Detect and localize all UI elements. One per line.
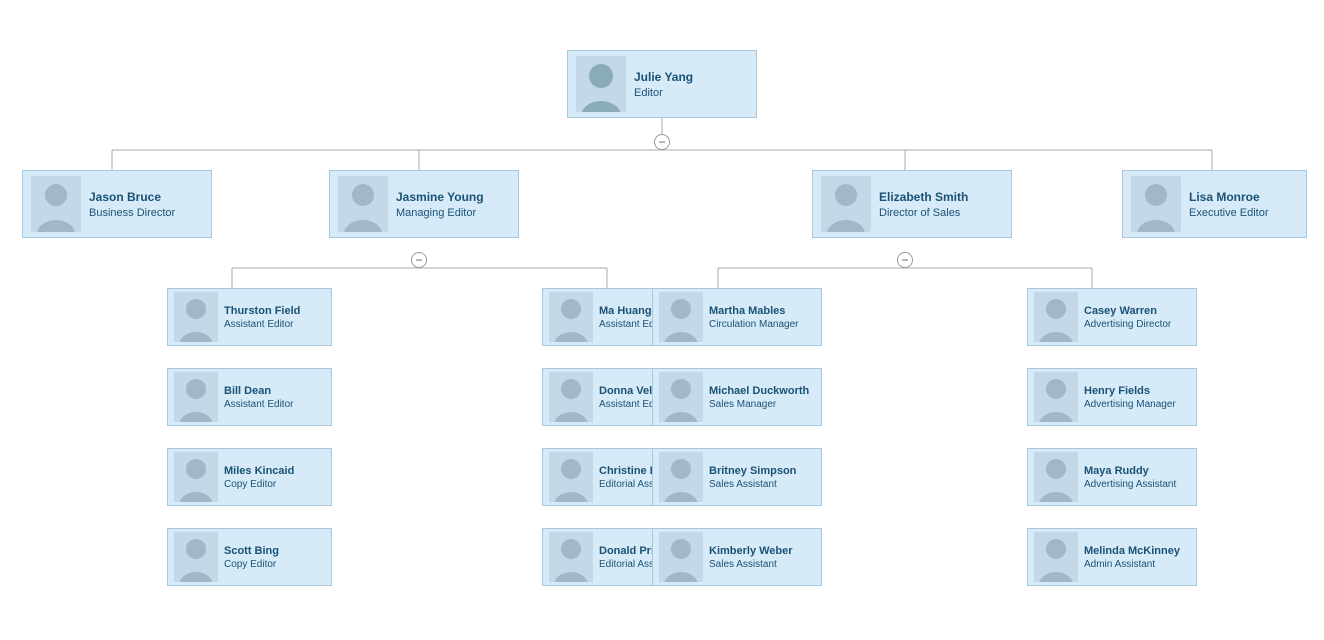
jasmine-role: Managing Editor <box>396 207 484 219</box>
scott-role: Copy Editor <box>224 559 279 570</box>
mahuang-avatar <box>549 292 593 342</box>
root-role: Editor <box>634 87 693 99</box>
lisa-name: Lisa Monroe <box>1189 190 1268 204</box>
jasmine-text: Jasmine Young Managing Editor <box>396 190 484 219</box>
miles-role: Copy Editor <box>224 479 294 490</box>
michael-avatar <box>659 372 703 422</box>
kimberly-text: Kimberly Weber Sales Assistant <box>709 545 793 570</box>
michael-name: Michael Duckworth <box>709 385 809 397</box>
thurston-card: Thurston Field Assistant Editor <box>167 288 332 346</box>
britney-role: Sales Assistant <box>709 479 796 490</box>
kimberly-role: Sales Assistant <box>709 559 793 570</box>
l1-elizabeth: Elizabeth Smith Director of Sales <box>812 170 1012 238</box>
martha-avatar <box>659 292 703 342</box>
chart-layout: Julie Yang Editor − Jason Bruce Business… <box>12 20 1312 620</box>
elizabeth-text: Elizabeth Smith Director of Sales <box>879 190 968 219</box>
martha-text: Martha Mables Circulation Manager <box>709 305 799 330</box>
thurston-name: Thurston Field <box>224 305 300 317</box>
elizabeth-avatar <box>821 176 871 232</box>
miles-name: Miles Kincaid <box>224 465 294 477</box>
kimberly-avatar <box>659 532 703 582</box>
bill-text: Bill Dean Assistant Editor <box>224 385 293 410</box>
maya-name: Maya Ruddy <box>1084 465 1176 477</box>
miles-text: Miles Kincaid Copy Editor <box>224 465 294 490</box>
henry-text: Henry Fields Advertising Manager <box>1084 385 1176 410</box>
britney-card: Britney Simpson Sales Assistant <box>652 448 822 506</box>
britney-text: Britney Simpson Sales Assistant <box>709 465 796 490</box>
casey-avatar <box>1034 292 1078 342</box>
bill-name: Bill Dean <box>224 385 293 397</box>
donna-avatar <box>549 372 593 422</box>
lisa-text: Lisa Monroe Executive Editor <box>1189 190 1268 219</box>
l1-lisa: Lisa Monroe Executive Editor <box>1122 170 1307 238</box>
jason-avatar <box>31 176 81 232</box>
scott-text: Scott Bing Copy Editor <box>224 545 279 570</box>
casey-role: Advertising Director <box>1084 319 1171 330</box>
maya-text: Maya Ruddy Advertising Assistant <box>1084 465 1176 490</box>
miles-avatar <box>174 452 218 502</box>
bill-role: Assistant Editor <box>224 399 293 410</box>
thurston-role: Assistant Editor <box>224 319 300 330</box>
kimberly-card: Kimberly Weber Sales Assistant <box>652 528 822 586</box>
martha-card: Martha Mables Circulation Manager <box>652 288 822 346</box>
casey-text: Casey Warren Advertising Director <box>1084 305 1171 330</box>
maya-role: Advertising Assistant <box>1084 479 1176 490</box>
maya-card: Maya Ruddy Advertising Assistant <box>1027 448 1197 506</box>
elizabeth-toggle[interactable]: − <box>897 252 913 268</box>
michael-card: Michael Duckworth Sales Manager <box>652 368 822 426</box>
bill-card: Bill Dean Assistant Editor <box>167 368 332 426</box>
melinda-card: Melinda McKinney Admin Assistant <box>1027 528 1197 586</box>
henry-name: Henry Fields <box>1084 385 1176 397</box>
christine-avatar <box>549 452 593 502</box>
miles-card: Miles Kincaid Copy Editor <box>167 448 332 506</box>
henry-card: Henry Fields Advertising Manager <box>1027 368 1197 426</box>
michael-role: Sales Manager <box>709 399 809 410</box>
melinda-role: Admin Assistant <box>1084 559 1180 570</box>
jason-name: Jason Bruce <box>89 190 175 204</box>
donald-avatar <box>549 532 593 582</box>
scott-card: Scott Bing Copy Editor <box>167 528 332 586</box>
henry-avatar <box>1034 372 1078 422</box>
lisa-avatar <box>1131 176 1181 232</box>
bill-avatar <box>174 372 218 422</box>
casey-card: Casey Warren Advertising Director <box>1027 288 1197 346</box>
melinda-text: Melinda McKinney Admin Assistant <box>1084 545 1180 570</box>
jasmine-name: Jasmine Young <box>396 190 484 204</box>
root-text: Julie Yang Editor <box>634 70 693 99</box>
melinda-avatar <box>1034 532 1078 582</box>
martha-role: Circulation Manager <box>709 319 799 330</box>
elizabeth-role: Director of Sales <box>879 207 968 219</box>
root-name: Julie Yang <box>634 70 693 84</box>
root-toggle[interactable]: − <box>654 134 670 150</box>
l1-jasmine: Jasmine Young Managing Editor <box>329 170 519 238</box>
maya-avatar <box>1034 452 1078 502</box>
scott-name: Scott Bing <box>224 545 279 557</box>
jason-role: Business Director <box>89 207 175 219</box>
jasmine-toggle[interactable]: − <box>411 252 427 268</box>
michael-text: Michael Duckworth Sales Manager <box>709 385 809 410</box>
jasmine-avatar <box>338 176 388 232</box>
root-avatar <box>576 56 626 112</box>
britney-name: Britney Simpson <box>709 465 796 477</box>
martha-name: Martha Mables <box>709 305 799 317</box>
l1-jason: Jason Bruce Business Director <box>22 170 212 238</box>
casey-name: Casey Warren <box>1084 305 1171 317</box>
lisa-role: Executive Editor <box>1189 207 1268 219</box>
elizabeth-name: Elizabeth Smith <box>879 190 968 204</box>
henry-role: Advertising Manager <box>1084 399 1176 410</box>
thurston-text: Thurston Field Assistant Editor <box>224 305 300 330</box>
jason-text: Jason Bruce Business Director <box>89 190 175 219</box>
scott-avatar <box>174 532 218 582</box>
britney-avatar <box>659 452 703 502</box>
kimberly-name: Kimberly Weber <box>709 545 793 557</box>
thurston-avatar <box>174 292 218 342</box>
root-node: Julie Yang Editor <box>567 50 757 118</box>
org-chart: Julie Yang Editor − Jason Bruce Business… <box>0 0 1324 640</box>
melinda-name: Melinda McKinney <box>1084 545 1180 557</box>
